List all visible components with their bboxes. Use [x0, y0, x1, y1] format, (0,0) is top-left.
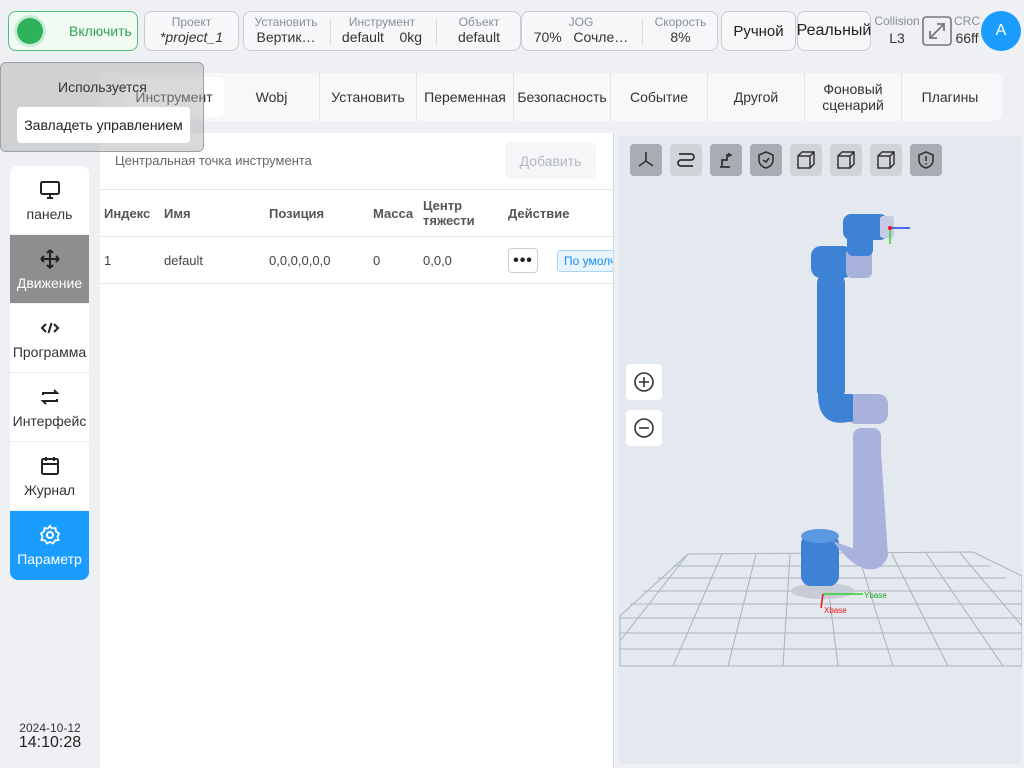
robot-arm [791, 214, 910, 609]
enable-button[interactable]: Включить [8, 11, 138, 51]
sidebar-item-program[interactable]: Программа [10, 304, 89, 373]
enable-label: Включить [69, 23, 132, 39]
sidebar: панель Движение Программа Интерфейс Журн… [10, 166, 89, 580]
monitor-icon [39, 179, 61, 201]
table-row[interactable]: 1 default 0,0,0,0,0,0 0 0,0,0 ••• По умо… [100, 237, 613, 284]
project-value: *project_1 [159, 29, 224, 45]
speed-value: 8% [670, 29, 691, 45]
time-display: 14:10:28 [18, 734, 82, 751]
robot-scene: Xbase Ybase [619, 214, 1022, 667]
column-header: Индекс [104, 206, 151, 221]
in-use-status: Используется [58, 79, 147, 95]
cell-position: 0,0,0,0,0,0 [269, 253, 331, 268]
crc-label: CRC [954, 14, 980, 28]
collision-indicator[interactable]: Collision L3 [873, 14, 921, 46]
add-button[interactable]: Добавить [505, 142, 596, 179]
jog-label: JOG [568, 15, 594, 29]
divider [436, 19, 437, 45]
swap-icon [39, 386, 61, 408]
tab-wobj[interactable]: Wobj [224, 73, 320, 121]
jog-value: 70% [533, 29, 562, 45]
install-value: Вертик… [256, 29, 316, 45]
default-tag: По умолч [557, 250, 613, 272]
project-indicator[interactable]: Проект *project_1 [144, 11, 239, 51]
divider [642, 19, 643, 45]
tab-install[interactable]: Установить [320, 73, 417, 121]
tab-safety[interactable]: Безопасность [514, 73, 611, 121]
sidebar-item-label: панель [26, 205, 73, 222]
divider [330, 19, 331, 45]
tab-event[interactable]: Событие [611, 73, 708, 121]
collision-label: Collision [874, 14, 920, 28]
tool-value: default [341, 29, 384, 45]
manual-mode-button[interactable]: Ручной [721, 11, 796, 51]
jog-mode: Сочле… [573, 29, 629, 45]
move-icon [39, 248, 61, 270]
column-header: Центр тяжести [423, 198, 475, 228]
sidebar-item-label: Журнал [23, 481, 76, 498]
sidebar-item-parameter[interactable]: Параметр [10, 511, 89, 580]
tab-plugins[interactable]: Плагины [902, 73, 998, 121]
real-mode-button[interactable]: Реальный [797, 11, 871, 51]
cell-name: default [164, 253, 204, 268]
column-header: Позиция [269, 206, 325, 221]
column-header: Масса [373, 206, 414, 221]
cell-mass: 0 [373, 253, 381, 268]
x-axis-label: Xbase [824, 606, 847, 615]
sidebar-item-log[interactable]: Журнал [10, 442, 89, 511]
crc-indicator: CRC 66ff [952, 14, 982, 46]
sidebar-item-label: Движение [16, 274, 83, 291]
robot-3d-view[interactable]: Xbase Ybase [618, 136, 1022, 764]
speed-label: Скорость [654, 15, 707, 29]
sidebar-item-panel[interactable]: панель [10, 166, 89, 235]
more-actions-button[interactable]: ••• [508, 248, 538, 273]
cell-index: 1 [104, 253, 112, 268]
sidebar-item-label: Параметр [17, 551, 82, 567]
project-label: Проект [171, 15, 212, 29]
tab-other[interactable]: Другой [708, 73, 805, 121]
divider [613, 133, 614, 768]
tool-mass: 0kg [399, 29, 423, 45]
tcp-panel: Центральная точка инструмента Добавить И… [100, 133, 613, 768]
take-control-button[interactable]: Завладеть управлением [17, 107, 190, 143]
status-led-icon [17, 18, 43, 44]
crc-value: 66ff [955, 30, 979, 46]
install-label: Установить [254, 15, 318, 29]
calendar-icon [39, 455, 61, 477]
y-axis-label: Ybase [864, 591, 887, 600]
settings-tabs: Инструмент Wobj Установить Переменная Бе… [100, 73, 1002, 121]
tab-variable[interactable]: Переменная [417, 73, 514, 121]
table-header: Индекс Имя Позиция Масса Центр тяжести Д… [100, 189, 613, 237]
sidebar-item-motion[interactable]: Движение [10, 235, 89, 304]
top-bar: Включить Проект *project_1 Установить Ве… [0, 0, 1024, 62]
config-indicator[interactable]: Установить Вертик… Инструмент default 0k… [243, 11, 521, 51]
column-header: Действие [508, 206, 570, 221]
date-display: 2024-10-12 [19, 721, 81, 735]
collision-value: L3 [889, 30, 905, 46]
code-icon [39, 317, 61, 339]
cell-cog: 0,0,0 [423, 253, 452, 268]
sidebar-item-interface[interactable]: Интерфейс [10, 373, 89, 442]
jog-indicator[interactable]: JOG 70% Сочле… Скорость 8% [521, 11, 718, 51]
sidebar-item-label: Программа [12, 343, 87, 360]
column-header: Имя [164, 206, 191, 221]
avatar[interactable]: A [981, 11, 1021, 51]
control-popup: Используется Завладеть управлением [0, 62, 204, 152]
panel-title: Центральная точка инструмента [115, 153, 312, 168]
fullscreen-icon[interactable] [922, 16, 952, 46]
object-value: default [457, 29, 501, 45]
gear-icon [39, 524, 61, 546]
tab-background-script[interactable]: Фоновый сценарий [805, 73, 902, 121]
object-label: Объект [458, 15, 500, 29]
tool-label: Инструмент [348, 15, 416, 29]
sidebar-item-label: Интерфейс [12, 412, 87, 429]
